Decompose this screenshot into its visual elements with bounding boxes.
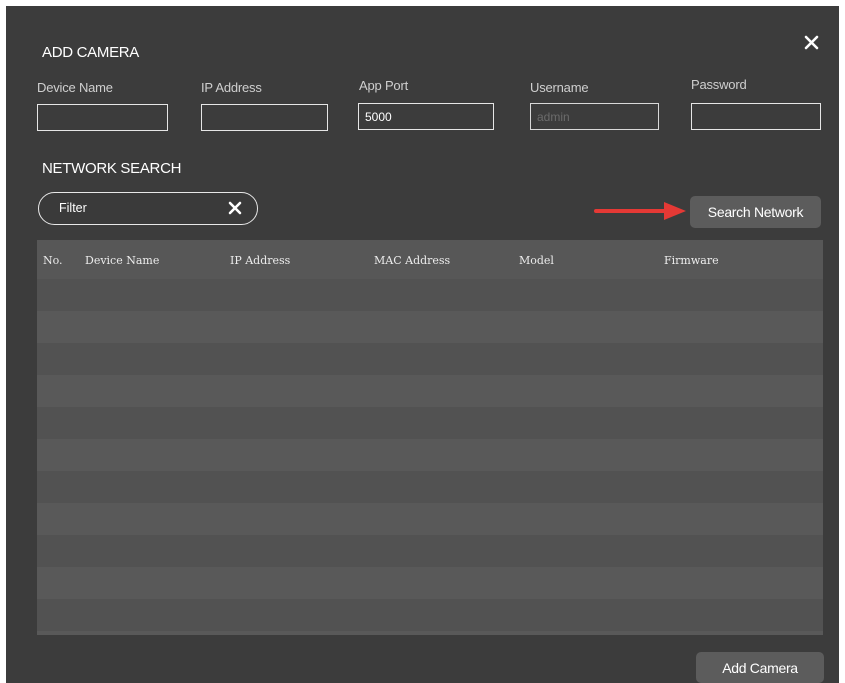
table-row bbox=[37, 343, 823, 375]
red-arrow-icon bbox=[594, 202, 686, 220]
filter-text: Filter bbox=[59, 201, 87, 215]
device-name-label: Device Name bbox=[37, 80, 113, 95]
add-camera-dialog: ADD CAMERA Device Name IP Address App Po… bbox=[6, 6, 839, 683]
device-name-input[interactable] bbox=[37, 104, 168, 131]
ip-address-input[interactable] bbox=[201, 104, 328, 131]
table-header: No. Device Name IP Address MAC Address M… bbox=[37, 240, 823, 279]
password-label: Password bbox=[691, 77, 747, 92]
column-header-ip-address[interactable]: IP Address bbox=[230, 254, 290, 267]
filter-input[interactable]: Filter bbox=[38, 192, 258, 225]
column-header-firmware[interactable]: Firmware bbox=[664, 254, 719, 267]
table-row bbox=[37, 311, 823, 343]
column-header-device-name[interactable]: Device Name bbox=[85, 254, 159, 267]
network-search-table: No. Device Name IP Address MAC Address M… bbox=[37, 240, 823, 635]
table-row bbox=[37, 503, 823, 535]
app-port-label: App Port bbox=[359, 78, 408, 93]
table-row bbox=[37, 439, 823, 471]
table-row bbox=[37, 375, 823, 407]
clear-filter-button[interactable] bbox=[228, 201, 242, 215]
dialog-title: ADD CAMERA bbox=[42, 44, 140, 61]
password-input[interactable] bbox=[691, 103, 821, 130]
column-header-model[interactable]: Model bbox=[519, 254, 554, 267]
app-port-input[interactable] bbox=[358, 103, 494, 130]
table-row bbox=[37, 471, 823, 503]
clear-icon bbox=[228, 201, 242, 215]
ip-address-label: IP Address bbox=[201, 80, 262, 95]
close-icon bbox=[804, 35, 819, 50]
table-row bbox=[37, 535, 823, 567]
username-input[interactable] bbox=[530, 103, 659, 130]
table-row bbox=[37, 567, 823, 599]
column-header-no[interactable]: No. bbox=[43, 254, 63, 267]
table-row bbox=[37, 407, 823, 439]
network-search-title: NETWORK SEARCH bbox=[42, 160, 182, 177]
table-body bbox=[37, 279, 823, 635]
table-row bbox=[37, 599, 823, 631]
add-camera-button[interactable]: Add Camera bbox=[696, 652, 824, 683]
table-row bbox=[37, 279, 823, 311]
username-label: Username bbox=[530, 80, 589, 95]
column-header-mac-address[interactable]: MAC Address bbox=[374, 254, 450, 267]
table-row bbox=[37, 631, 823, 635]
search-network-button[interactable]: Search Network bbox=[690, 196, 821, 228]
close-button[interactable] bbox=[801, 32, 823, 54]
